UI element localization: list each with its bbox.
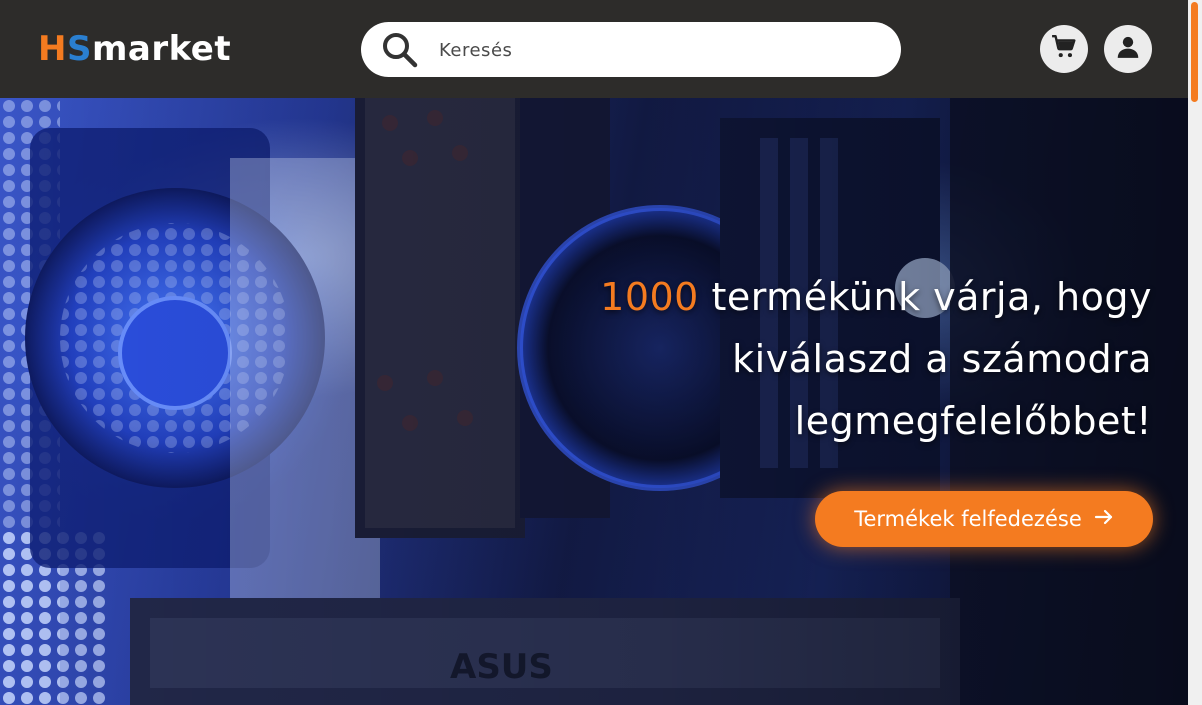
explore-products-button[interactable]: Termékek felfedezése	[815, 491, 1153, 547]
headline-line-2: kiválaszd a számodra	[732, 337, 1152, 381]
page-scrollbar[interactable]	[1188, 0, 1202, 705]
hero-banner: ASUS 1000 termékünk várja, hogy kiválasz…	[0, 98, 1188, 705]
user-account-button[interactable]	[1104, 25, 1152, 73]
headline-line-1: termékünk várja, hogy	[698, 275, 1152, 319]
logo-h: H	[38, 29, 67, 69]
cart-button[interactable]	[1040, 25, 1088, 73]
site-header: HSmarket	[0, 0, 1188, 98]
search-bar	[361, 22, 901, 77]
logo-market: market	[91, 29, 232, 69]
headline-line-3: legmegfelelőbbet!	[794, 399, 1152, 443]
arrow-right-icon	[1094, 507, 1114, 532]
user-icon	[1115, 34, 1141, 64]
search-input[interactable]	[437, 32, 871, 68]
search-icon[interactable]	[381, 31, 419, 69]
site-logo[interactable]: HSmarket	[38, 26, 231, 72]
cta-label: Termékek felfedezése	[854, 507, 1082, 531]
scrollbar-thumb[interactable]	[1191, 2, 1198, 102]
headline-number: 1000	[600, 275, 699, 319]
logo-s: S	[66, 29, 92, 69]
cart-icon	[1051, 34, 1077, 64]
hero-headline: 1000 termékünk várja, hogy kiválaszd a s…	[512, 266, 1152, 452]
